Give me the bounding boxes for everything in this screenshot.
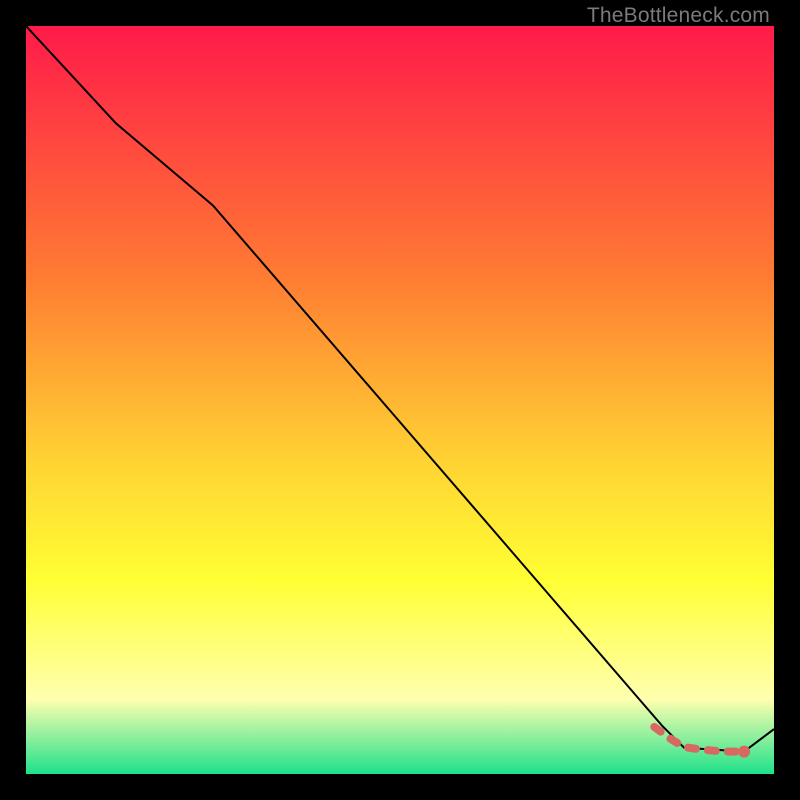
optimum-marker [738,746,750,758]
watermark-text: TheBottleneck.com [587,4,770,28]
chart-overlay [26,26,774,774]
main-curve [26,26,774,752]
plot-area [26,26,774,774]
chart-stage: TheBottleneck.com [0,0,800,800]
